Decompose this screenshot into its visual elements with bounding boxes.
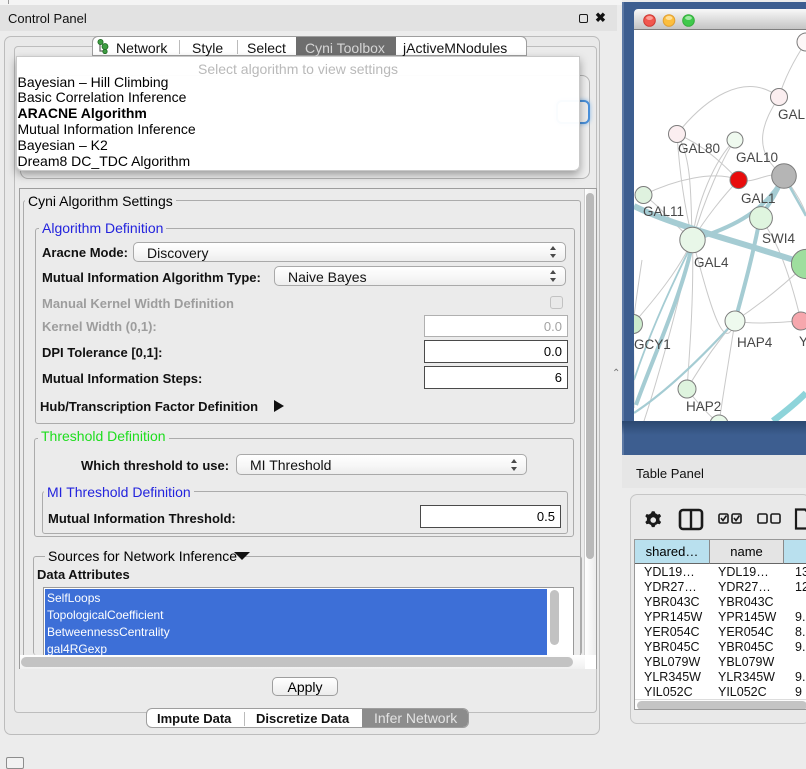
svg-text:GAL10: GAL10	[736, 150, 778, 165]
svg-text:GCY1: GCY1	[634, 337, 671, 352]
svg-text:HAP4: HAP4	[737, 335, 773, 350]
svg-text:SWI4: SWI4	[762, 231, 795, 246]
svg-text:GAL4: GAL4	[694, 255, 729, 270]
svg-text:GAL1: GAL1	[741, 191, 776, 206]
svg-text:GAL80: GAL80	[678, 141, 720, 156]
svg-text:Y: Y	[799, 334, 806, 349]
svg-text:GAL: GAL	[778, 107, 806, 122]
svg-text:HAP2: HAP2	[686, 399, 721, 414]
svg-text:GAL11: GAL11	[643, 204, 684, 219]
